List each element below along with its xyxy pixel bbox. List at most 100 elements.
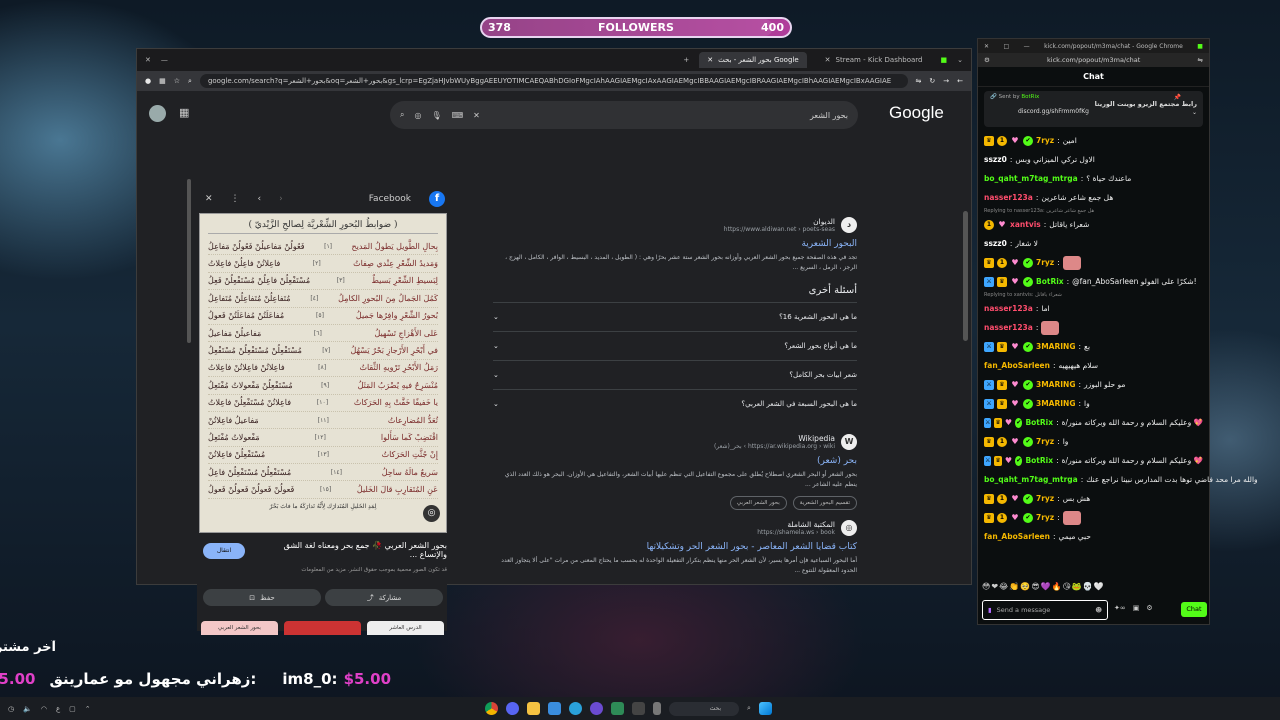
verified-badge-icon[interactable]: ✔ bbox=[1023, 135, 1033, 146]
page-scrollbar[interactable] bbox=[963, 211, 968, 341]
chat-message[interactable]: ♛ 1 ♥ ✔ 7ryz: bbox=[984, 508, 1203, 527]
chat-username[interactable]: fan_AboSarleen bbox=[984, 527, 1050, 546]
paa-question[interactable]: ما هي أنواع بحور الشعر؟ ⌄ bbox=[493, 331, 857, 360]
chat-username[interactable]: bo_qaht_m7tag_mtrga bbox=[984, 169, 1078, 188]
crown-badge-icon[interactable]: ♛ bbox=[994, 417, 1002, 428]
google-logo[interactable]: Google bbox=[889, 103, 944, 123]
tab-kick-dashboard[interactable]: ✕ Stream - Kick Dashboard bbox=[817, 52, 931, 68]
close-icon[interactable]: ✕ bbox=[205, 194, 213, 204]
chat-message[interactable]: ⚔ ♛ ♥ ✔ 3MARING: مو حلو البوزر bbox=[984, 375, 1203, 394]
mic-icon[interactable]: ▮ bbox=[988, 606, 992, 614]
result-title-link[interactable]: البحور الشعرية bbox=[493, 239, 857, 249]
chat-message[interactable]: fan_AboSarleen: حبي ميمي bbox=[984, 527, 1203, 546]
chat-message[interactable]: ⚔ ♛ ♥ ✔ BotRix: وعليكم السلام و رحمة الله وبر… bbox=[984, 451, 1203, 470]
crown-badge-icon[interactable]: ♛ bbox=[984, 436, 994, 447]
crown-badge-icon[interactable]: ♛ bbox=[984, 493, 994, 504]
chat-message[interactable]: bo_qaht_m7tag_mtrga: ماعندك حياة ؟ bbox=[984, 169, 1203, 188]
notification-icon[interactable]: ▢ bbox=[69, 705, 76, 713]
heart-badge-icon[interactable]: ♥ bbox=[1010, 399, 1020, 409]
verified-badge-icon[interactable]: ✔ bbox=[1023, 398, 1033, 409]
chat-username[interactable]: 3MARING bbox=[1036, 375, 1076, 394]
chat-message[interactable]: sszz0: الاول تركي الميزاني وبس bbox=[984, 150, 1203, 169]
back-icon[interactable]: ← bbox=[957, 77, 963, 85]
chrome-icon[interactable] bbox=[485, 702, 498, 715]
thumbnail[interactable] bbox=[284, 621, 361, 635]
chat-message[interactable]: sszz0: لا شغار bbox=[984, 234, 1203, 253]
reply-context[interactable]: Replying to nasser123a: هل جمع شاعر شاعر… bbox=[984, 207, 1203, 215]
heart-badge-icon[interactable]: ♥ bbox=[1005, 456, 1012, 466]
heart-badge-icon[interactable]: ♥ bbox=[1010, 513, 1020, 523]
explorer-icon[interactable] bbox=[527, 702, 540, 715]
verified-badge-icon[interactable]: ✔ bbox=[1023, 512, 1033, 523]
keyboard-icon[interactable]: ⌨ bbox=[452, 111, 464, 120]
result-site[interactable]: د الديوان https://www.aldiwan.net › poets… bbox=[493, 217, 857, 233]
chip[interactable]: تقسيم البحور الشعرية bbox=[792, 496, 857, 510]
chevron-down-icon[interactable]: ⌄ bbox=[957, 56, 963, 64]
thumbnail[interactable]: الدرس العاشر bbox=[367, 621, 444, 635]
image-source[interactable]: Facebook bbox=[369, 194, 411, 204]
sub-badge-icon[interactable]: 1 bbox=[984, 219, 994, 230]
chat-message[interactable]: fan_AboSarleen: سلام هيهيهيه bbox=[984, 356, 1203, 375]
close-tab-icon[interactable]: ✕ bbox=[707, 56, 713, 64]
share-button[interactable]: ⤴ مشاركة bbox=[325, 589, 443, 606]
crown-badge-icon[interactable]: ♛ bbox=[997, 276, 1007, 287]
forward-icon[interactable]: → bbox=[943, 77, 949, 85]
chat-username[interactable]: 3MARING bbox=[1036, 394, 1076, 413]
chat-username[interactable]: xantvis bbox=[1010, 215, 1041, 234]
chat-username[interactable]: BotRix bbox=[1036, 272, 1064, 291]
heart-badge-icon[interactable]: ♥ bbox=[1010, 437, 1020, 447]
heart-badge-icon[interactable]: ♥ bbox=[1010, 380, 1020, 390]
emoji-icon[interactable]: ☻ bbox=[1095, 606, 1102, 614]
verified-badge-icon[interactable]: ✔ bbox=[1023, 493, 1033, 504]
lens-icon[interactable]: ◎ bbox=[414, 111, 421, 120]
save-button[interactable]: ⊡ حفظ bbox=[203, 589, 321, 606]
chat-message[interactable]: nasser123a: هل جمع شاعر شاعرين bbox=[984, 188, 1203, 207]
sub-badge-icon[interactable]: 1 bbox=[997, 257, 1007, 268]
chat-url[interactable]: kick.com/popout/m3ma/chat bbox=[996, 56, 1192, 64]
chat-username[interactable]: 7ryz bbox=[1036, 253, 1054, 272]
moderator-badge-icon[interactable]: ⚔ bbox=[984, 455, 992, 466]
moderator-badge-icon[interactable]: ⚔ bbox=[984, 341, 994, 352]
chat-username[interactable]: 3MARING bbox=[1036, 337, 1076, 356]
obs-icon[interactable] bbox=[590, 702, 603, 715]
chat-username[interactable]: BotRix bbox=[1025, 413, 1053, 432]
verified-badge-icon[interactable]: ✔ bbox=[1023, 257, 1033, 268]
emote-bar[interactable]: 😳❤😂👏🥺😎💜🔥😘🐸💀🤍 bbox=[982, 582, 1105, 591]
verified-badge-icon[interactable]: ✔ bbox=[1023, 379, 1033, 390]
minimize-icon[interactable]: — bbox=[1024, 43, 1030, 50]
clock[interactable]: ◷ bbox=[8, 705, 14, 713]
chat-username[interactable]: fan_AboSarleen bbox=[984, 356, 1050, 375]
heart-badge-icon[interactable]: ♥ bbox=[1010, 277, 1020, 287]
chat-username[interactable]: bo_qaht_m7tag_mtrga bbox=[984, 470, 1078, 489]
apps-grid-icon[interactable]: ▦ bbox=[179, 106, 189, 119]
crown-badge-icon[interactable]: ♛ bbox=[997, 379, 1007, 390]
clear-icon[interactable]: ✕ bbox=[473, 111, 480, 120]
avatar[interactable] bbox=[149, 105, 166, 122]
chat-username[interactable]: 7ryz bbox=[1036, 131, 1054, 150]
chat-input[interactable]: ▮ Send a message ☻ bbox=[982, 600, 1108, 620]
search-box[interactable]: ⌕ ◎ 🎙 ⌨ ✕ بحور الشعر bbox=[390, 101, 858, 129]
tune-icon[interactable]: ⇋ bbox=[1198, 56, 1203, 64]
chat-message[interactable]: ⚔ ♛ ♥ ✔ 3MARING: بع bbox=[984, 337, 1203, 356]
chat-message[interactable]: bo_qaht_m7tag_mtrga: والله مرا محد فاضي ت… bbox=[984, 470, 1258, 489]
chat-username[interactable]: sszz0 bbox=[984, 234, 1007, 253]
chat-message[interactable]: ⚔ ♛ ♥ ✔ BotRix: @fan_AboSarleen شكرًا على الف… bbox=[984, 272, 1203, 291]
search-icon[interactable]: ⌕ bbox=[400, 110, 404, 120]
paa-question[interactable]: ما هي البحور السبعة في الشعر العربي؟ ⌄ bbox=[493, 389, 857, 418]
send-chat-button[interactable]: Chat bbox=[1181, 602, 1207, 617]
result-site[interactable]: ◎ المكتبة الشاملة https://shamela.ws › bo… bbox=[493, 520, 857, 536]
paa-question[interactable]: ما هي البحور الشعرية 16؟ ⌄ bbox=[493, 302, 857, 331]
url-field[interactable]: google.com/search?q=بحور+الشعر&oq=بحور+ا… bbox=[199, 74, 908, 88]
chip[interactable]: بحور الشعر العربي bbox=[729, 496, 787, 510]
moderator-badge-icon[interactable]: ⚔ bbox=[984, 379, 994, 390]
tab-google-search[interactable]: ✕ بحور الشعر - بحث Google bbox=[699, 52, 807, 68]
search-icon[interactable]: ⌕ bbox=[747, 704, 751, 713]
verified-badge-icon[interactable]: ✔ bbox=[1015, 455, 1023, 466]
pinned-link[interactable]: discord.gg/shFrmm0fKg bbox=[990, 108, 1197, 115]
chat-message[interactable]: ⚔ ♛ ♥ ✔ BotRix: وعليكم السلام و رحمة الله وبر… bbox=[984, 413, 1203, 432]
site-info-icon[interactable]: ⚙ bbox=[984, 56, 990, 64]
volume-icon[interactable]: 🔈 bbox=[23, 705, 32, 713]
moderator-badge-icon[interactable]: ⚔ bbox=[984, 417, 992, 428]
result-site[interactable]: W Wikipedia https://ar.wikipedia.org › wi… bbox=[493, 434, 857, 450]
sub-badge-icon[interactable]: 1 bbox=[997, 493, 1007, 504]
